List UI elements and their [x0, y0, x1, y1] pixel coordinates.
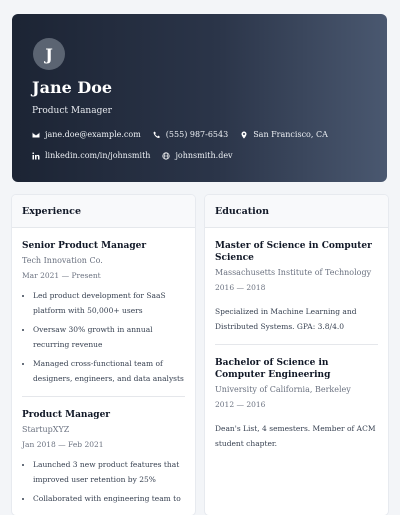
experience-entry: Senior Product Manager Tech Innovation C… — [22, 228, 185, 397]
email-text: jane.doe@example.com — [45, 130, 141, 139]
education-details: Specialized in Machine Learning and Dist… — [215, 307, 357, 331]
list-item: Oversaw 30% growth in annual recurring r… — [33, 322, 185, 352]
location-text: San Francisco, CA — [253, 130, 328, 139]
phone-contact[interactable]: (555) 987-6543 — [153, 130, 228, 139]
school-name: University of California, Berkeley — [215, 385, 351, 394]
job-bullets: Launched 3 new product features that imp… — [22, 457, 185, 506]
job-company: StartupXYZ — [22, 425, 70, 434]
location-contact: San Francisco, CA — [240, 130, 328, 139]
education-entry: Master of Science in Computer Science Ma… — [215, 228, 378, 345]
education-card: Education Master of Science in Computer … — [205, 195, 388, 515]
contact-row-primary: jane.doe@example.com (555) 987-6543 San … — [32, 130, 367, 139]
profile-title: Product Manager — [32, 106, 112, 116]
contact-row-secondary: linkedin.com/in/johnsmith johnsmith.dev — [32, 151, 367, 160]
education-entry: Bachelor of Science in Computer Engineer… — [215, 345, 378, 451]
education-details: Dean's List, 4 semesters. Member of ACM … — [215, 424, 376, 448]
profile-header: J Jane Doe Product Manager jane.doe@exam… — [12, 14, 387, 182]
school-name: Massachusetts Institute of Technology — [215, 268, 372, 277]
education-heading: Education — [205, 195, 388, 228]
experience-entry: Product Manager StartupXYZ Jan 2018 — Fe… — [22, 397, 185, 506]
linkedin-icon — [32, 151, 40, 159]
map-pin-icon — [241, 131, 247, 138]
job-company: Tech Innovation Co. — [22, 256, 103, 265]
website-text: johnsmith.dev — [175, 151, 233, 160]
job-bullets: Led product development for SaaS platfor… — [22, 288, 185, 386]
linkedin-text: linkedin.com/in/johnsmith — [45, 151, 151, 160]
job-dates: Mar 2021 — Present — [22, 271, 101, 280]
experience-heading: Experience — [12, 195, 195, 228]
education-dates: 2016 — 2018 — [215, 283, 266, 292]
job-role: Product Manager — [22, 410, 111, 420]
degree-title: Bachelor of Science in Computer Engineer… — [215, 358, 331, 380]
degree-title: Master of Science in Computer Science — [215, 241, 372, 263]
envelope-icon — [32, 131, 40, 137]
profile-name: Jane Doe — [32, 78, 113, 97]
email-contact[interactable]: jane.doe@example.com — [32, 130, 141, 139]
globe-icon — [162, 151, 171, 160]
list-item: Led product development for SaaS platfor… — [33, 288, 185, 318]
website-link[interactable]: johnsmith.dev — [162, 151, 233, 160]
job-dates: Jan 2018 — Feb 2021 — [22, 440, 104, 449]
phone-text: (555) 987-6543 — [165, 130, 229, 139]
linkedin-link[interactable]: linkedin.com/in/johnsmith — [32, 151, 150, 160]
list-item: Managed cross-functional team of designe… — [33, 356, 185, 386]
education-dates: 2012 — 2016 — [215, 400, 266, 409]
list-item: Launched 3 new product features that imp… — [33, 457, 185, 487]
phone-icon — [153, 131, 160, 138]
avatar: J — [33, 38, 65, 70]
list-item: Collaborated with engineering team to — [33, 491, 185, 506]
experience-card: Experience Senior Product Manager Tech I… — [12, 195, 195, 515]
job-role: Senior Product Manager — [22, 241, 147, 251]
